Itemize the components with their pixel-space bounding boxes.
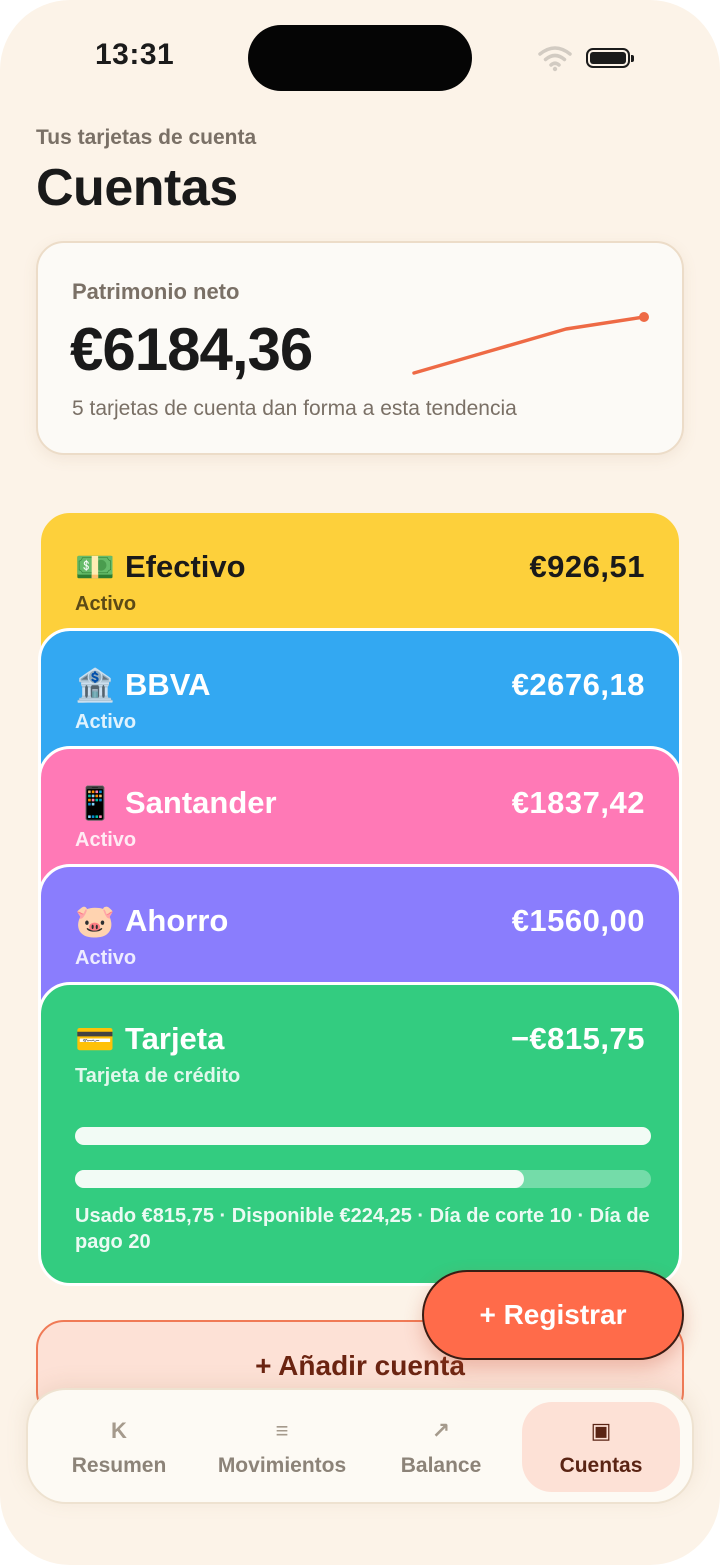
list-icon: ≡: [275, 1418, 289, 1443]
tab-movimientos[interactable]: ≡ Movimientos: [202, 1402, 362, 1492]
status-time: 13:31: [95, 38, 175, 71]
account-type: Activo: [75, 593, 137, 615]
tab-label: Movimientos: [217, 1454, 347, 1477]
credit-usage-bar: [75, 1170, 651, 1188]
account-name: BBVA: [125, 667, 211, 702]
page-eyebrow: Tus tarjetas de cuenta: [36, 126, 257, 149]
status-bar: 13:31: [0, 0, 720, 110]
account-type: Activo: [75, 711, 137, 733]
bank-icon: 🏦: [75, 667, 115, 703]
dynamic-island: [248, 25, 472, 91]
net-worth-subtitle: 5 tarjetas de cuenta dan forma a esta te…: [72, 397, 517, 420]
tab-cuentas[interactable]: ▣ Cuentas: [522, 1402, 680, 1492]
net-worth-value: €6184,36: [70, 316, 313, 383]
accounts-icon: ▣: [590, 1418, 612, 1443]
credit-limit-bar: [75, 1127, 651, 1145]
account-amount: €2676,18: [511, 667, 645, 702]
wifi-icon: [538, 46, 572, 72]
account-name: Ahorro: [125, 903, 229, 938]
phone-icon: 📱: [75, 785, 115, 821]
account-amount: −€815,75: [510, 1021, 645, 1056]
account-amount: €1560,00: [511, 903, 645, 938]
account-type: Tarjeta de crédito: [75, 1065, 241, 1087]
account-amount: €926,51: [529, 549, 645, 584]
sparkline-trend: [412, 315, 646, 375]
credit-details: Usado €815,75 · Disponible €224,25 · Día…: [75, 1205, 650, 1253]
account-name: Tarjeta: [125, 1021, 225, 1056]
tab-resumen[interactable]: K Resumen: [40, 1402, 198, 1492]
summary-icon: K: [111, 1418, 127, 1443]
page-title: Cuentas: [36, 159, 238, 217]
register-fab-button[interactable]: + Registrar: [422, 1270, 684, 1360]
tab-bar: K Resumen ≡ Movimientos ↗ Balance ▣ Cuen…: [26, 1388, 694, 1504]
tab-label: Resumen: [71, 1454, 167, 1477]
register-label: + Registrar: [479, 1299, 627, 1330]
battery-icon: [586, 48, 634, 68]
credit-usage-fill: [75, 1170, 525, 1188]
arrow-up-right-icon: ↗: [431, 1418, 451, 1443]
account-amount: €1837,42: [511, 785, 645, 820]
account-name: Santander: [125, 785, 277, 820]
sparkline-endpoint: [639, 312, 649, 322]
net-worth-label: Patrimonio neto: [72, 279, 240, 304]
account-type: Activo: [75, 829, 137, 851]
pig-icon: 🐷: [75, 903, 115, 939]
tab-label: Cuentas: [559, 1454, 643, 1477]
phone-screen: 13:31 Tus tarjetas de cuenta Cuentas Pat…: [0, 0, 720, 1565]
tab-label: Balance: [400, 1454, 482, 1477]
cash-icon: 💵: [75, 549, 115, 585]
credit-card-icon: 💳: [75, 1021, 115, 1057]
tab-balance[interactable]: ↗ Balance: [362, 1402, 520, 1492]
account-name: Efectivo: [125, 549, 246, 584]
account-card-tarjeta[interactable]: 💳 Tarjeta −€815,75 Tarjeta de crédito Us…: [38, 982, 682, 1286]
net-worth-sparkline: [412, 312, 649, 375]
net-worth-card[interactable]: Patrimonio neto €6184,36 5 tarjetas de c…: [36, 241, 684, 455]
account-type: Activo: [75, 947, 137, 969]
